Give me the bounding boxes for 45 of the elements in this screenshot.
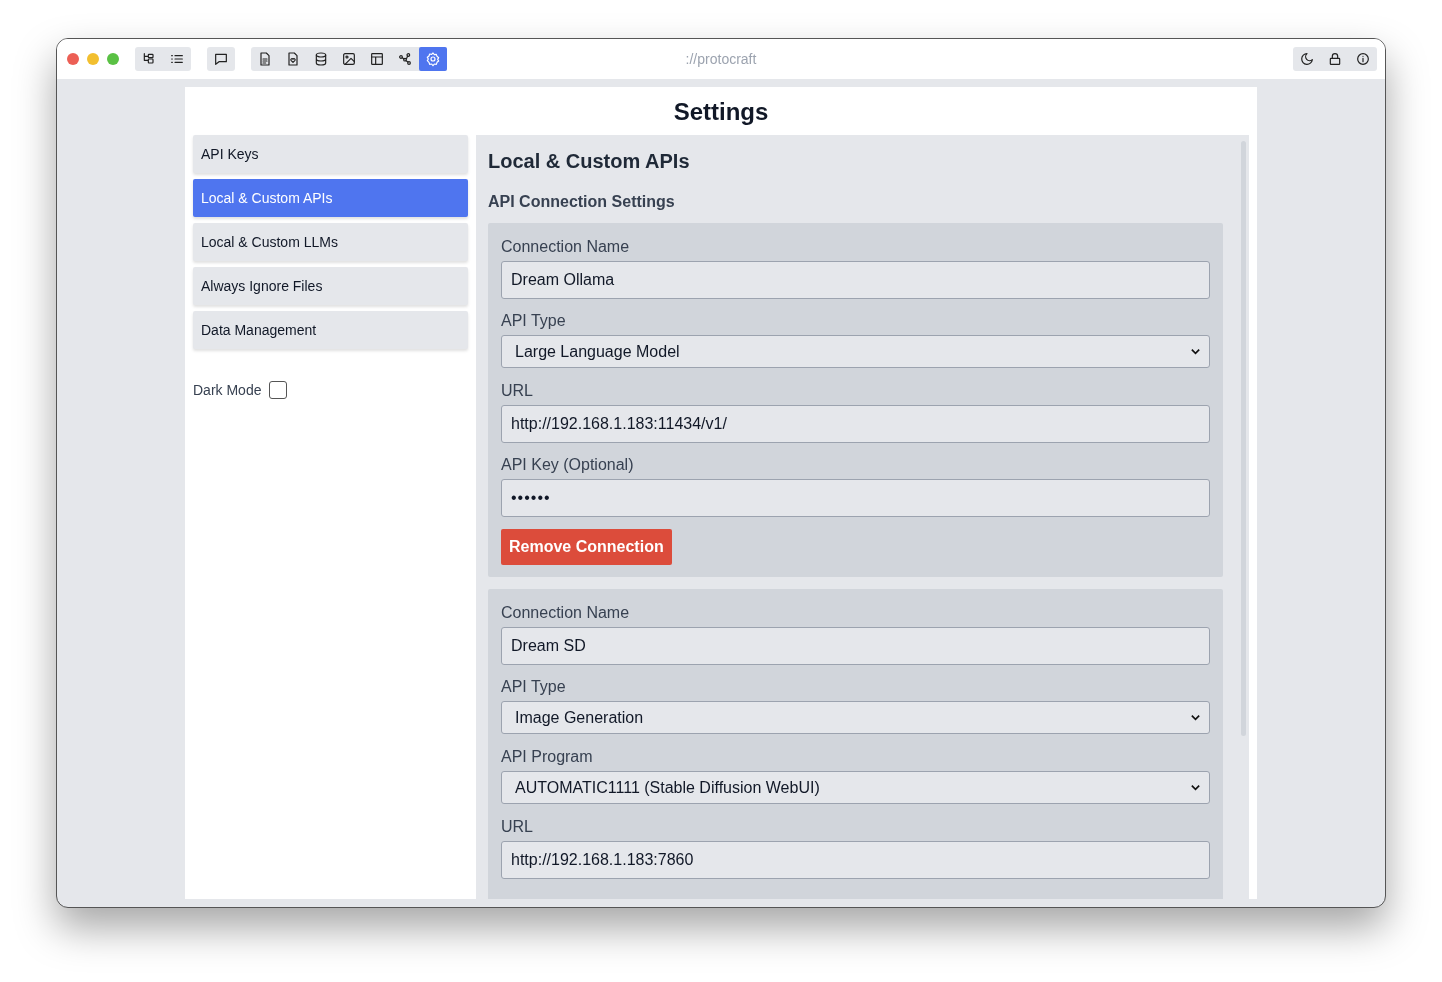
field-label: API Key (Optional) — [501, 455, 635, 475]
tree-icon — [141, 51, 157, 67]
lock-icon — [1327, 51, 1343, 67]
input-field[interactable]: Dream Ollama — [501, 261, 1210, 299]
dark-mode-label: Dark Mode — [193, 382, 262, 398]
sidebar-item[interactable]: API Keys — [193, 135, 468, 173]
chevron-down-icon — [1190, 346, 1201, 357]
chat-icon — [213, 51, 229, 67]
chevron-down-icon — [1190, 782, 1201, 793]
remove-connection-button[interactable]: Remove Connection — [501, 529, 672, 565]
settings-icon — [425, 51, 441, 67]
settings-title: Settings — [672, 97, 770, 127]
file-heart-icon — [285, 51, 301, 67]
section-heading: Local & Custom APIs — [488, 149, 691, 174]
image-icon — [341, 51, 357, 67]
moon-icon — [1299, 51, 1315, 67]
settings-button[interactable] — [419, 47, 447, 71]
field-label: API Type — [501, 677, 567, 697]
sidebar-item[interactable]: Local & Custom LLMs — [193, 223, 468, 261]
select-field[interactable]: Large Language Model — [501, 335, 1210, 368]
dark-mode-checkbox[interactable] — [269, 381, 288, 399]
field-label: API Program — [501, 747, 594, 767]
field-label: Connection Name — [501, 603, 631, 623]
select-field[interactable]: Image Generation — [501, 701, 1210, 734]
section-subheading: API Connection Settings — [488, 192, 676, 212]
field-label: API Type — [501, 311, 567, 331]
input-field[interactable]: Dream SD — [501, 627, 1210, 665]
field-label: URL — [501, 381, 534, 401]
database-icon — [313, 51, 329, 67]
input-field[interactable]: http://192.168.1.183:11434/v1/ — [501, 405, 1210, 443]
document-icon — [257, 51, 273, 67]
sidebar-item[interactable]: Local & Custom APIs — [193, 179, 468, 217]
nodes-icon — [397, 51, 413, 67]
password-field[interactable]: •••••• — [501, 479, 1210, 517]
close-button[interactable] — [67, 53, 79, 65]
select-field[interactable]: AUTOMATIC1111 (Stable Diffusion WebUI) — [501, 771, 1210, 804]
input-field[interactable]: http://192.168.1.183:7860 — [501, 841, 1210, 879]
field-label: Connection Name — [501, 237, 631, 257]
chevron-down-icon — [1190, 712, 1201, 723]
address-text: ://protocraft — [684, 51, 758, 67]
sidebar-item[interactable]: Always Ignore Files — [193, 267, 468, 305]
field-label: URL — [501, 817, 534, 837]
layout-icon — [369, 51, 385, 67]
info-icon — [1355, 51, 1371, 67]
sidebar-item[interactable]: Data Management — [193, 311, 468, 349]
